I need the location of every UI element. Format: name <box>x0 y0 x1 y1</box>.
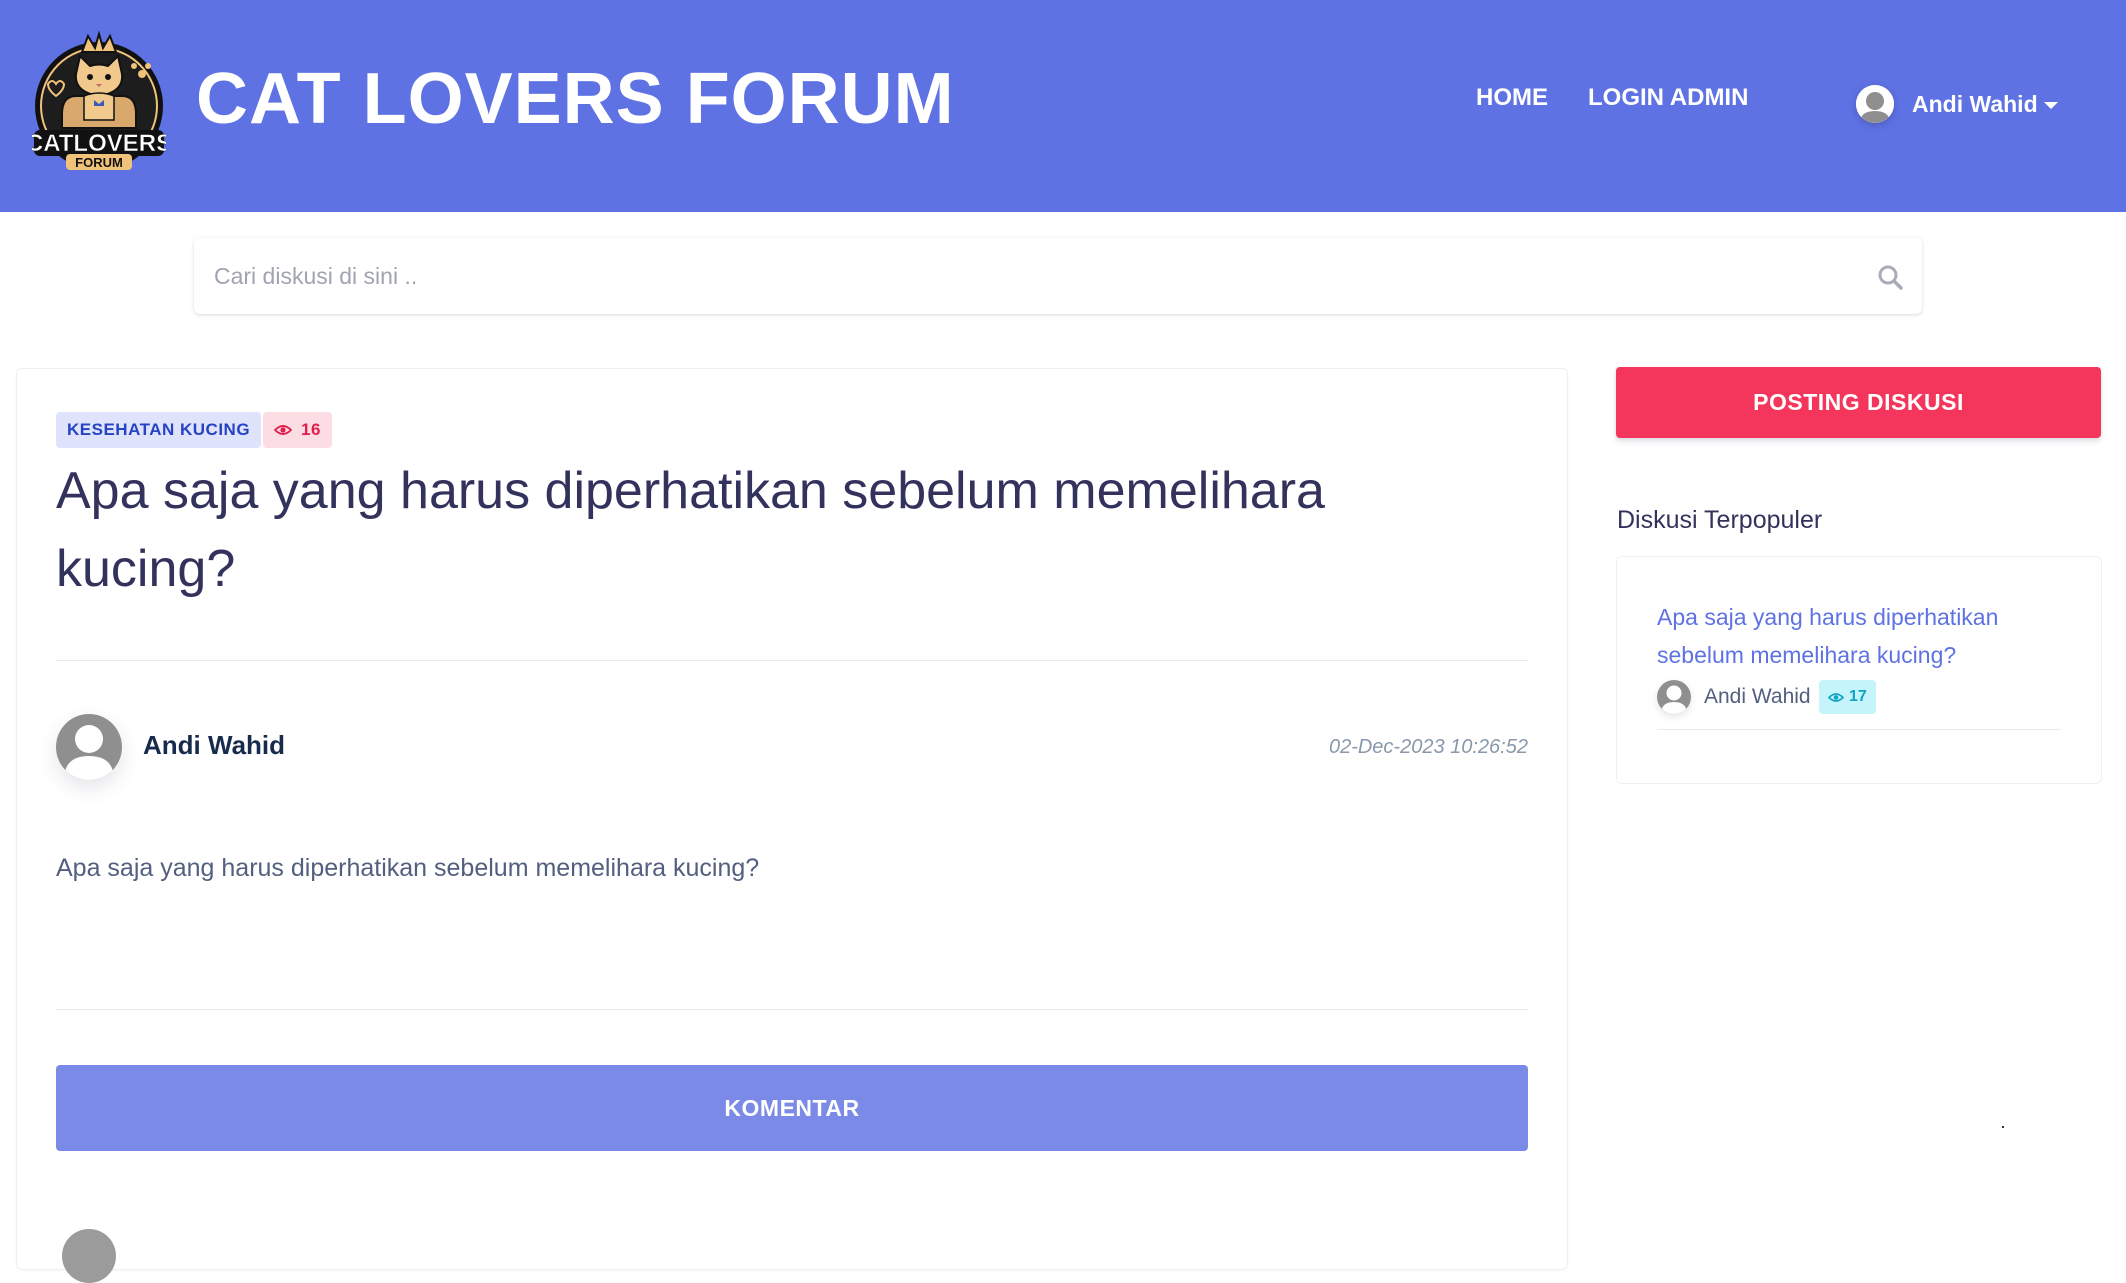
search-input[interactable] <box>194 238 1834 314</box>
nav-home-link[interactable]: HOME <box>1476 84 1548 112</box>
chevron-down-icon <box>2043 101 2058 109</box>
views-count: 16 <box>301 420 321 439</box>
stray-dot <box>2002 1126 2004 1128</box>
category-badge[interactable]: KESEHATAN KUCING <box>56 412 262 448</box>
user-avatar <box>1856 85 1894 123</box>
popular-discussion-link[interactable]: Apa saja yang harus diperhatikan sebelum… <box>1657 598 2057 674</box>
user-name: Andi Wahid <box>1912 90 2038 117</box>
search-bar <box>194 238 1922 314</box>
cat-lovers-logo[interactable]: CATLOVERS FORUM <box>32 30 166 178</box>
post-discussion-button[interactable]: POSTING DISKUSI <box>1616 367 2101 438</box>
search-icon[interactable] <box>1876 263 1904 291</box>
comment-avatar <box>62 1229 116 1283</box>
post-date: 02-Dec-2023 10:26:52 <box>1328 736 1528 758</box>
eye-icon <box>274 425 292 435</box>
logo-text-main: CATLOVERS <box>32 130 166 157</box>
comment-button[interactable]: KOMENTAR <box>56 1065 1528 1151</box>
user-dropdown[interactable]: Andi Wahid <box>1856 84 2058 124</box>
divider <box>56 660 1528 661</box>
popular-views-badge: 17 <box>1819 680 1876 714</box>
author-avatar <box>56 714 122 780</box>
logo-text-sub: FORUM <box>75 155 123 170</box>
site-title[interactable]: CAT LOVERS FORUM <box>196 58 955 140</box>
eye-icon <box>1828 692 1844 702</box>
popular-author-name: Andi Wahid <box>1704 685 1811 708</box>
popular-views-count: 17 <box>1849 688 1867 705</box>
popular-heading: Diskusi Terpopuler <box>1617 506 1823 534</box>
discussion-body: Apa saja yang harus diperhatikan sebelum… <box>56 854 760 882</box>
nav-login-admin-link[interactable]: LOGIN ADMIN <box>1588 84 1748 112</box>
discussion-title: Apa saja yang harus diperhatikan sebelum… <box>56 462 1325 598</box>
author-name: Andi Wahid <box>143 730 286 760</box>
divider <box>56 1009 1528 1010</box>
views-badge: 16 <box>263 412 332 448</box>
popular-author-avatar <box>1657 680 1691 714</box>
divider <box>1657 729 2061 730</box>
